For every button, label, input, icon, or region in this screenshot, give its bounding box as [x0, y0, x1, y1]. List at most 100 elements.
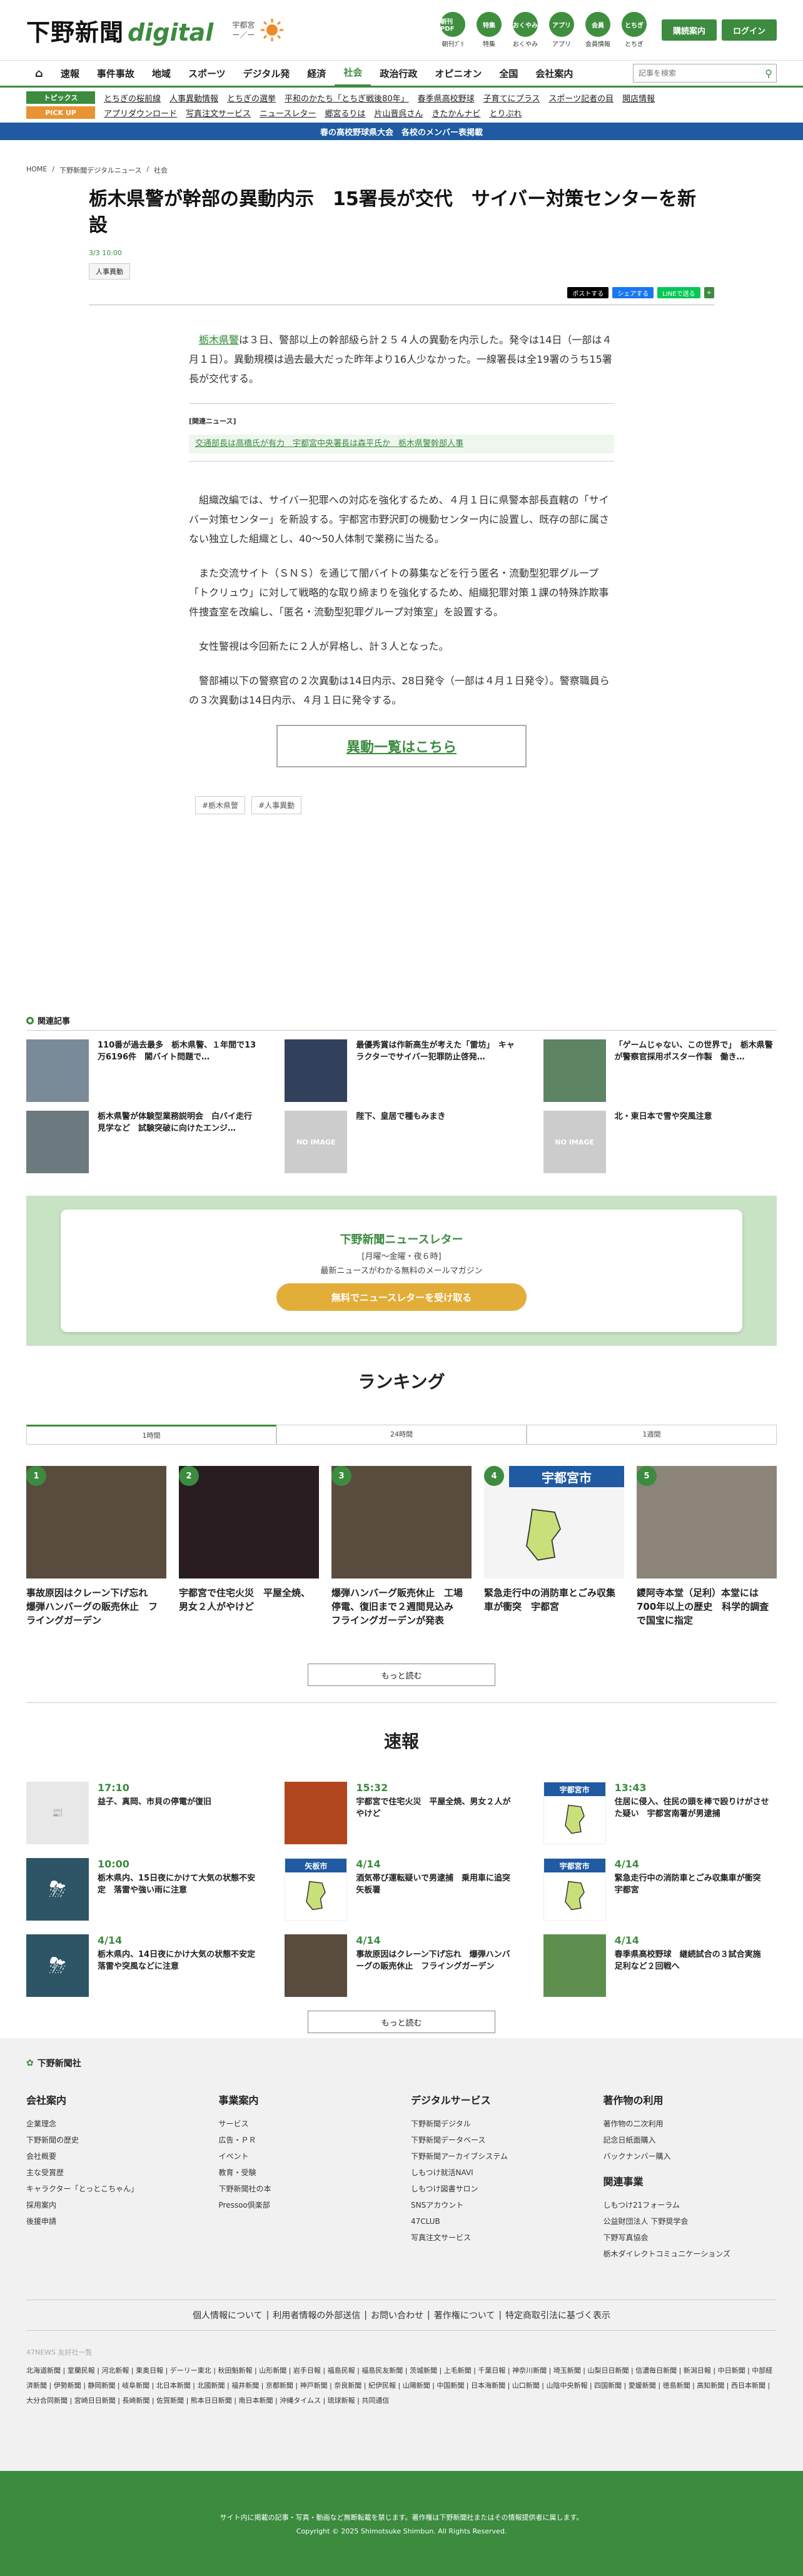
breaking-more-button[interactable]: もっと読む: [308, 2011, 495, 2033]
related-item[interactable]: 栃木県警が体験型業務説明会 白バイ走行見学など 試験突破に向けたエンジ…: [26, 1111, 260, 1173]
footer-link[interactable]: 下野新聞デジタル: [411, 2116, 585, 2132]
tab-24hours[interactable]: 24時間: [276, 1425, 527, 1444]
article-tag[interactable]: 人事異動: [89, 263, 130, 280]
legal-link[interactable]: 利用者情報の外部送信: [273, 2309, 360, 2321]
legal-link[interactable]: 特定商取引法に基づく表示: [505, 2309, 610, 2321]
search-icon[interactable]: ⚲: [761, 68, 776, 79]
ranking-item[interactable]: 4 宇都宮市 緊急走行中の消防車とごみ収集車が衝突 宇都宮: [484, 1466, 624, 1627]
pickup-link[interactable]: ニュースレター: [260, 107, 316, 119]
footer-link[interactable]: サービス: [219, 2116, 393, 2132]
weather-widget[interactable]: 宇都宮 ー／ー: [232, 18, 285, 43]
footer-logo[interactable]: ✿ 下野新聞社: [0, 2038, 803, 2069]
login-button[interactable]: ログイン: [721, 19, 777, 41]
breadcrumb-link[interactable]: 社会: [154, 165, 168, 175]
nav-item[interactable]: 地域: [143, 61, 179, 86]
site-logo[interactable]: 下野新聞 digital: [26, 13, 213, 48]
news-item[interactable]: 宇都宮市 4/14 緊急走行中の消防車とごみ収集車が衝突 宇都宮: [543, 1858, 777, 1921]
pickup-link[interactable]: 片山晋呉さん: [374, 107, 423, 119]
footer-link[interactable]: 栃木ダイレクトコミュニケーションズ: [604, 2246, 777, 2262]
footer-link[interactable]: 企業理念: [26, 2116, 200, 2132]
baseball-banner[interactable]: 春の高校野球県大会 各校のメンバー表掲載: [0, 123, 803, 140]
footer-link[interactable]: 下野新聞社の本: [219, 2181, 393, 2197]
footer-link[interactable]: 教育・受験: [219, 2164, 393, 2181]
footer-link[interactable]: 下野新聞の歴史: [26, 2132, 200, 2148]
topic-link[interactable]: 人事異動情報: [169, 92, 218, 104]
nav-item[interactable]: 全国: [490, 61, 527, 86]
footer-link[interactable]: 公益財団法人 下野奨学会: [604, 2213, 777, 2230]
nav-item[interactable]: 会社案内: [527, 61, 582, 86]
facebook-share-button[interactable]: シェアする: [612, 287, 654, 298]
footer-link[interactable]: Pressoo倶楽部: [219, 2197, 393, 2213]
hashtag[interactable]: #人事異動: [251, 796, 302, 814]
pickup-link[interactable]: アプリダウンロード: [104, 107, 177, 119]
topic-link[interactable]: 開店情報: [622, 92, 655, 104]
legal-link[interactable]: 著作権について: [434, 2309, 495, 2321]
news-item[interactable]: ⛈ 10:00 栃木県内、15日夜にかけて大気の状態不安定 落雷や強い雨に注意: [26, 1858, 260, 1921]
ranking-item[interactable]: 1 事故原因はクレーン下げ忘れ 爆弾ハンバーグの販売休止 フライングガーデン: [26, 1466, 166, 1627]
footer-link[interactable]: 広告・ＰＲ: [219, 2132, 393, 2148]
nav-item[interactable]: 速報: [52, 61, 88, 86]
news-item[interactable]: 4/14 事故原因はクレーン下げ忘れ 爆弾ハンバーグの販売休止 フライングガーデン: [285, 1934, 518, 1997]
related-news-link[interactable]: 交通部長は高橋氏が有力 宇都宮中央署長は森平氏か 栃木県警幹部人事: [189, 435, 614, 453]
footer-link[interactable]: 著作物の二次利用: [604, 2116, 777, 2132]
topic-link[interactable]: スポーツ記者の目: [548, 92, 614, 104]
news-item[interactable]: ⛈ 4/14 栃木県内、14日夜にかけ大気の状態不安定 落雷や突風などに注意: [26, 1934, 263, 1997]
news-item[interactable]: 宇都宮市 13:43 住居に侵入、住民の頭を棒で殴りけがさせた疑い 宇都宮南署が男逮…: [543, 1782, 777, 1844]
footer-link[interactable]: 主な受賞歴: [26, 2164, 200, 2181]
footer-link[interactable]: バックナンバー購入: [604, 2148, 777, 2164]
footer-link[interactable]: 下野新聞アーカイブシステム: [411, 2148, 585, 2164]
related-item[interactable]: NO IMAGE 陛下、皇居で種もみまき: [285, 1111, 518, 1173]
keyword-link[interactable]: 栃木県警: [199, 334, 240, 346]
breadcrumb-link[interactable]: HOME: [26, 165, 47, 175]
related-item[interactable]: 「ゲームじゃない、この世界で」 栃木県警が警察官採用ポスター作製 働き…: [543, 1039, 777, 1102]
partner-papers[interactable]: 北海道新聞 | 室蘭民報 | 河北新報 | 東奥日報 | デーリー東北 | 秋田…: [0, 2357, 803, 2408]
footer-link[interactable]: しもつけ図書サロン: [411, 2181, 585, 2197]
footer-link[interactable]: 記念日紙面購入: [604, 2132, 777, 2148]
topic-link[interactable]: 春季県高校野球: [418, 92, 475, 104]
ranking-more-button[interactable]: もっと読む: [308, 1664, 495, 1686]
header-icon-feature[interactable]: 特集 特集: [474, 12, 504, 48]
related-item[interactable]: 最優秀賞は作新高生が考えた「雷坊」 キャラクターでサイバー犯罪防止啓発…: [285, 1039, 518, 1102]
search-input[interactable]: [634, 64, 762, 82]
hashtag[interactable]: #栃木県警: [195, 796, 246, 814]
pickup-link[interactable]: とりぷれ: [489, 107, 522, 119]
newsletter-signup-button[interactable]: 無料でニュースレターを受け取る: [276, 1283, 527, 1311]
ranking-item[interactable]: 2 宇都宮で住宅火災 平屋全焼、男女２人がやけど: [179, 1466, 319, 1627]
related-item[interactable]: NO IMAGE 北・東日本で雪や突風注意: [543, 1111, 777, 1173]
footer-link[interactable]: イベント: [219, 2148, 393, 2164]
nav-item-active[interactable]: 社会: [335, 61, 371, 86]
news-item[interactable]: 矢板市 4/14 酒気帯び運転疑いで男逮捕 乗用車に追突 矢板署: [285, 1858, 518, 1921]
header-icon-pdf[interactable]: 朝刊PDF 朝刊ﾌﾟﾘ: [438, 12, 468, 48]
tab-1hour[interactable]: 1時間: [26, 1425, 276, 1444]
footer-link[interactable]: 47CLUB: [411, 2213, 585, 2230]
subscribe-button[interactable]: 購読案内: [661, 19, 717, 41]
topic-link[interactable]: 子育てにプラス: [483, 92, 540, 104]
footer-link[interactable]: キャラクター「とっとこちゃん」: [26, 2181, 200, 2197]
bookmark-icon[interactable]: +: [704, 287, 714, 298]
header-icon-obituary[interactable]: おくやみ おくやみ: [510, 12, 540, 48]
legal-link[interactable]: お問い合わせ: [371, 2309, 423, 2321]
news-item[interactable]: 📰 17:10 益子、真岡、市貝の停電が復旧: [26, 1782, 260, 1844]
x-share-button[interactable]: ポストする: [567, 287, 609, 298]
footer-link[interactable]: 後援申請: [26, 2213, 200, 2230]
footer-link[interactable]: 下野新聞データベース: [411, 2132, 585, 2148]
header-icon-tochigi[interactable]: とちぎ とちぎ: [619, 12, 649, 48]
legal-link[interactable]: 個人情報について: [193, 2309, 263, 2321]
tab-1week[interactable]: 1週間: [527, 1425, 777, 1444]
footer-link[interactable]: 採用案内: [26, 2197, 200, 2213]
pickup-link[interactable]: きたかんナビ: [432, 107, 480, 119]
related-item[interactable]: 110番が過去最多 栃木県警、１年間で13万6196件 閣バイト問題で…: [26, 1039, 260, 1102]
personnel-list-button[interactable]: 異動一覧はこちら: [276, 725, 527, 767]
topic-link[interactable]: とちぎの桜前線: [104, 92, 161, 104]
header-icon-app[interactable]: アプリ アプリ: [547, 12, 577, 48]
topic-link[interactable]: 平和のかたち「とちぎ戦後80年」: [285, 92, 409, 104]
header-icon-member[interactable]: 会員 会員情報: [583, 12, 613, 48]
footer-link[interactable]: しもつけ21フォーラム: [604, 2197, 777, 2213]
nav-item[interactable]: 事件事故: [88, 61, 143, 86]
footer-link[interactable]: 下野写真協会: [604, 2230, 777, 2246]
nav-item[interactable]: 経済: [298, 61, 335, 86]
line-share-button[interactable]: LINEで送る: [657, 287, 700, 298]
breadcrumb-link[interactable]: 下野新聞デジタルニュース: [59, 165, 141, 175]
nav-item[interactable]: スポーツ: [179, 61, 235, 86]
footer-link[interactable]: SNSアカウント: [411, 2197, 585, 2213]
